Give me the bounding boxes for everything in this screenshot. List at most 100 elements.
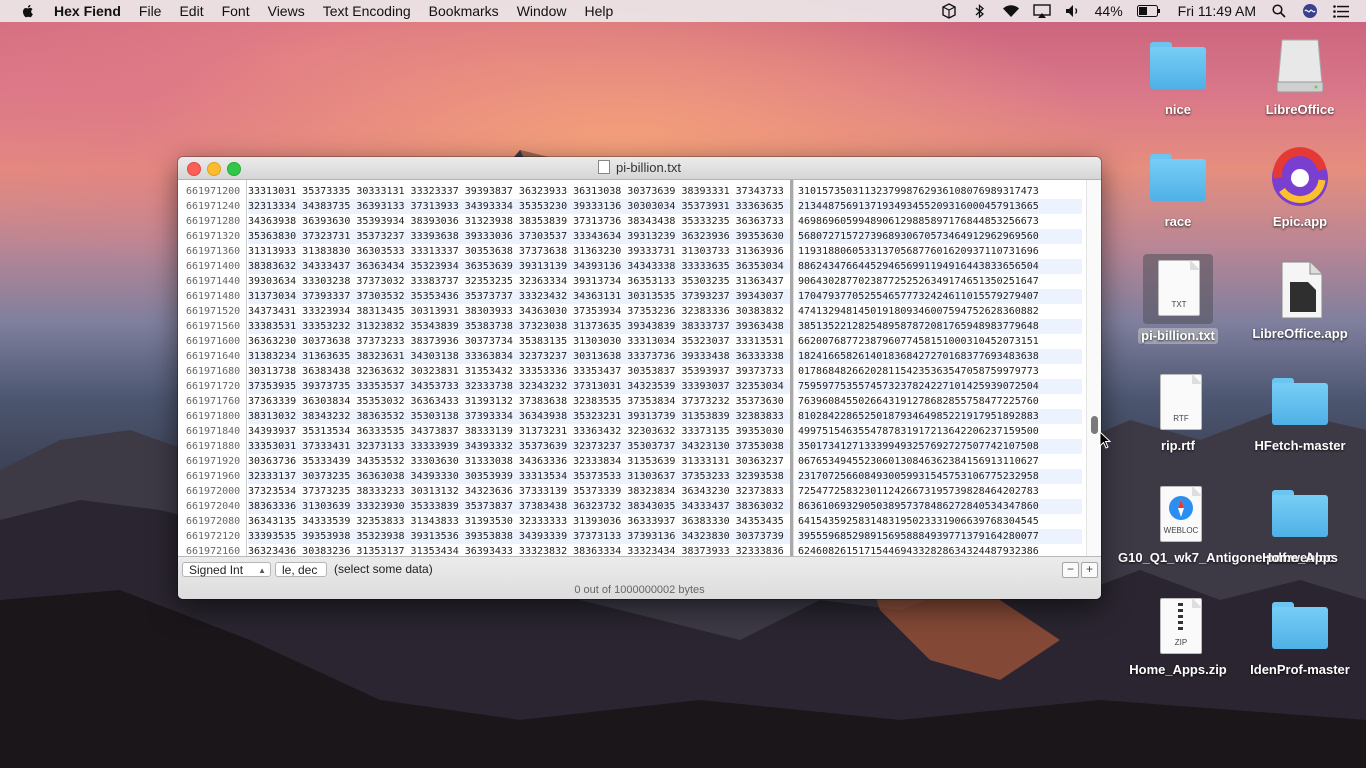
row-text[interactable]: 6415435925831483195023331906639768304545 <box>798 514 1082 529</box>
row-hex-bytes[interactable]: 36343135 34333539 32353833 31343833 3139… <box>248 514 790 529</box>
desktop-icon-libreoffice-drive[interactable]: LibreOffice <box>1245 34 1355 118</box>
app-menu[interactable]: Hex Fiend <box>54 3 121 19</box>
hex-row[interactable]: 661971520 34373431 33323934 38313435 3031… <box>178 304 1101 319</box>
row-hex-bytes[interactable]: 34363938 36393630 35393934 38393036 3132… <box>248 214 790 229</box>
row-hex-bytes[interactable]: 38383632 34333437 36363434 35323934 3635… <box>248 259 790 274</box>
hex-row[interactable]: 661972160 36323436 30383236 31353137 3135… <box>178 544 1101 556</box>
remove-inspector-button[interactable]: − <box>1062 562 1079 578</box>
row-text[interactable]: 7595977535574573237824227101425939072504 <box>798 379 1082 394</box>
desktop-icon-rip-rtf[interactable]: RTF rip.rtf <box>1123 370 1233 454</box>
battery-icon[interactable] <box>1136 4 1161 18</box>
row-text[interactable]: 2317072566084930059931545753106775232958 <box>798 469 1082 484</box>
row-text[interactable]: 1193188060533137056877601620937110731696 <box>798 244 1082 259</box>
row-text[interactable]: 4741329481450191809346007594752628360882 <box>798 304 1082 319</box>
notification-center-icon[interactable] <box>1332 4 1350 18</box>
desktop-icon-race[interactable]: race <box>1123 146 1233 230</box>
row-hex-bytes[interactable]: 34393937 35313534 36333535 34373837 3833… <box>248 424 790 439</box>
row-text[interactable]: 3955596852989156958884939771379164280077 <box>798 529 1082 544</box>
row-hex-bytes[interactable]: 33353031 37333431 32373133 33333939 3439… <box>248 439 790 454</box>
row-text[interactable]: 3501734127133399493257692727507742107508 <box>798 439 1082 454</box>
hex-row[interactable]: 661972040 38363336 31303639 33323930 3533… <box>178 499 1101 514</box>
zoom-window-button[interactable] <box>227 162 241 176</box>
hex-view[interactable]: 661971200 33313031 35373335 30333131 3332… <box>178 180 1101 556</box>
desktop-icon-idenprof-master[interactable]: IdenProf-master <box>1245 594 1355 678</box>
window-titlebar[interactable]: pi-billion.txt <box>178 157 1101 180</box>
desktop-icon-nice[interactable]: nice <box>1123 34 1233 118</box>
hex-row[interactable]: 661971720 37353935 39373735 33353537 3435… <box>178 379 1101 394</box>
row-text[interactable]: 5680727157273968930670573464912962969560 <box>798 229 1082 244</box>
row-hex-bytes[interactable]: 31313933 31383830 36303533 33313337 3035… <box>248 244 790 259</box>
desktop-icon-libreoffice-app[interactable]: LibreOffice.app <box>1245 258 1355 342</box>
battery-percent[interactable]: 44% <box>1095 3 1123 19</box>
row-hex-bytes[interactable]: 33313031 35373335 30333131 33323337 3939… <box>248 184 790 199</box>
hex-row[interactable]: 661971680 30313738 36383438 32363632 3032… <box>178 364 1101 379</box>
hex-row[interactable]: 661971600 36363230 30373638 37373233 3837… <box>178 334 1101 349</box>
row-hex-bytes[interactable]: 37363339 36303834 35353032 36363433 3139… <box>248 394 790 409</box>
row-hex-bytes[interactable]: 39303634 33303238 37373032 33383737 3235… <box>248 274 790 289</box>
row-hex-bytes[interactable]: 38313032 38343232 38363532 35303138 3739… <box>248 409 790 424</box>
airplay-icon[interactable] <box>1032 4 1051 18</box>
row-hex-bytes[interactable]: 37323534 37373235 38333233 30313132 3432… <box>248 484 790 499</box>
hex-row[interactable]: 661971760 37363339 36303834 35353032 3636… <box>178 394 1101 409</box>
type-popup[interactable]: Signed Int ▲ <box>182 562 271 577</box>
row-hex-bytes[interactable]: 36323436 30383236 31353137 31353434 3639… <box>248 544 790 556</box>
row-text[interactable]: 8102842286525018793464985221917951892883 <box>798 409 1082 424</box>
hex-row[interactable]: 661971640 31383234 31363635 38323631 3430… <box>178 349 1101 364</box>
endian-popup[interactable]: le, dec <box>275 562 327 577</box>
row-text[interactable]: 3851352212825489587872081765948983779648 <box>798 319 1082 334</box>
hex-row[interactable]: 661971840 34393937 35313534 36333535 3437… <box>178 424 1101 439</box>
menu-window[interactable]: Window <box>517 3 567 19</box>
row-hex-bytes[interactable]: 31383234 31363635 38323631 34303138 3336… <box>248 349 790 364</box>
desktop-icon-webloc[interactable]: WEBLOC G10_Q1_wk7_Antigone.pdf.webloc <box>1118 482 1334 566</box>
row-hex-bytes[interactable]: 32313334 34383735 36393133 37313933 3439… <box>248 199 790 214</box>
scrollbar-thumb[interactable] <box>1091 416 1098 434</box>
row-text[interactable]: 7639608455026643191278682855758477225760 <box>798 394 1082 409</box>
hex-row[interactable]: 661971200 33313031 35373335 30333131 3332… <box>178 184 1101 199</box>
hex-row[interactable]: 661971440 39303634 33303238 37373032 3338… <box>178 274 1101 289</box>
spotlight-search-icon[interactable] <box>1270 4 1288 18</box>
package-icon[interactable] <box>940 3 958 19</box>
row-text[interactable]: 3101573503113237998762936108076989317473 <box>798 184 1082 199</box>
hex-row[interactable]: 661972000 37323534 37373235 38333233 3031… <box>178 484 1101 499</box>
menubar-clock[interactable]: Fri 11:49 AM <box>1178 3 1256 19</box>
row-text[interactable]: 0178684826620281154235363547058759979773 <box>798 364 1082 379</box>
row-text[interactable]: 6246082615171544694332828634324487932386 <box>798 544 1082 556</box>
row-hex-bytes[interactable]: 33393535 39353938 35323938 39313536 3935… <box>248 529 790 544</box>
menu-text-encoding[interactable]: Text Encoding <box>323 3 411 19</box>
row-hex-bytes[interactable]: 32333137 30373235 36363038 34393330 3035… <box>248 469 790 484</box>
row-hex-bytes[interactable]: 30313738 36383438 32363632 30323831 3135… <box>248 364 790 379</box>
hex-row[interactable]: 661971360 31313933 31383830 36303533 3331… <box>178 244 1101 259</box>
bluetooth-icon[interactable] <box>971 3 989 18</box>
menu-edit[interactable]: Edit <box>179 3 203 19</box>
row-text[interactable]: 0676534945523060130846362384156913110627 <box>798 454 1082 469</box>
desktop-icon-home-apps-zip[interactable]: ZIP Home_Apps.zip <box>1123 594 1233 678</box>
row-hex-bytes[interactable]: 33383531 33353232 31323832 35343839 3538… <box>248 319 790 334</box>
row-text[interactable]: 9064302877023877252526349174651350251647 <box>798 274 1082 289</box>
hex-row[interactable]: 661971320 35363830 37323731 35373237 3339… <box>178 229 1101 244</box>
desktop-icon-pi-billion-txt[interactable]: TXT pi-billion.txt <box>1123 254 1233 345</box>
menu-file[interactable]: File <box>139 3 162 19</box>
apple-menu-icon[interactable] <box>20 3 36 19</box>
siri-icon[interactable] <box>1301 4 1319 18</box>
row-hex-bytes[interactable]: 36363230 30373638 37373233 38373936 3037… <box>248 334 790 349</box>
volume-icon[interactable] <box>1064 4 1082 18</box>
row-hex-bytes[interactable]: 35363830 37323731 35373237 33393638 3933… <box>248 229 790 244</box>
desktop-icon-epic-app[interactable]: Epic.app <box>1245 146 1355 230</box>
row-hex-bytes[interactable]: 30363736 35333439 34353532 33303630 3133… <box>248 454 790 469</box>
row-text[interactable]: 8636106932905038957378486272840534347860 <box>798 499 1082 514</box>
menu-help[interactable]: Help <box>584 3 613 19</box>
row-hex-bytes[interactable]: 31373034 37393337 37303532 35353436 3537… <box>248 289 790 304</box>
hex-row[interactable]: 661971280 34363938 36393630 35393934 3839… <box>178 214 1101 229</box>
desktop-icon-hfetch-master[interactable]: HFetch-master <box>1245 370 1355 454</box>
row-hex-bytes[interactable]: 38363336 31303639 33323930 35333839 3537… <box>248 499 790 514</box>
row-text[interactable]: 1704793770525546577732424611015579279407 <box>798 289 1082 304</box>
close-window-button[interactable] <box>187 162 201 176</box>
row-text[interactable]: 4997515463554787831917213642206237159500 <box>798 424 1082 439</box>
row-text[interactable]: 8862434766445294656991194916443833656504 <box>798 259 1082 274</box>
hex-row[interactable]: 661971400 38383632 34333437 36363434 3532… <box>178 259 1101 274</box>
hex-row[interactable]: 661972080 36343135 34333539 32353833 3134… <box>178 514 1101 529</box>
hex-row[interactable]: 661971480 31373034 37393337 37303532 3535… <box>178 289 1101 304</box>
row-text[interactable]: 7254772583230112426673195739828464202783 <box>798 484 1082 499</box>
hex-row[interactable]: 661971560 33383531 33353232 31323832 3534… <box>178 319 1101 334</box>
row-text[interactable]: 6620076877238796077458151000310452073151 <box>798 334 1082 349</box>
